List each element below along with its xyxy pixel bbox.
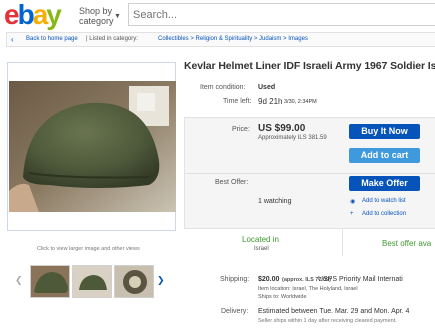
condition-label: Item condition: [200, 84, 246, 91]
logo-letter-b: b [17, 0, 35, 30]
add-to-cart-button[interactable]: Add to cart [349, 148, 420, 163]
back-to-home-link[interactable]: Back to home page [26, 33, 78, 46]
thumbnail-1[interactable] [30, 265, 70, 298]
thumbnail-2[interactable] [72, 265, 112, 298]
delivery-note: Seller ships within 1 day after receivin… [258, 318, 397, 324]
thumbnail-3[interactable] [114, 265, 154, 298]
condition-value: Used [258, 84, 276, 91]
search-field[interactable] [128, 3, 435, 26]
category-path-links[interactable]: Collectibles > Religion & Spirituality >… [158, 33, 308, 46]
thumbnail-next-arrow-icon[interactable]: ❯ [157, 275, 165, 286]
time-left-date: 3/30, 2:34PM [284, 99, 317, 105]
shipping-service: USPS Priority Mail Internati [318, 276, 403, 283]
main-image-frame[interactable] [7, 62, 176, 231]
panel-divider [185, 173, 435, 174]
ships-to: Ships to: Worldwide [258, 294, 307, 300]
search-input[interactable] [129, 4, 435, 25]
add-to-collection-link[interactable]: Add to collection [362, 211, 406, 217]
time-left-label: Time left: [223, 98, 252, 105]
located-in-heading: Located in [242, 235, 279, 244]
location-panel: Located in Israel [184, 228, 342, 256]
thumbnail-image [31, 266, 69, 297]
make-offer-button[interactable]: Make Offer [349, 176, 420, 191]
buy-it-now-button[interactable]: Buy It Now [349, 124, 420, 139]
logo-letter-e: e [4, 0, 20, 30]
logo-letter-a: a [32, 0, 49, 30]
thumbnail-image [73, 266, 111, 297]
ebay-logo[interactable]: ebay [4, 0, 72, 30]
delivery-estimate: Estimated between Tue. Mar. 29 and Mon. … [258, 308, 410, 315]
plus-icon: + [350, 211, 354, 217]
delivery-label: Delivery: [221, 308, 249, 315]
site-header: ebay Shop by category ▼ [0, 0, 435, 30]
thumbnail-prev-arrow-icon[interactable]: ❮ [15, 275, 23, 286]
item-title: Kevlar Helmet Liner IDF Israeli Army 196… [184, 60, 435, 72]
item-location: Item location: Israel, The Holyland, Isr… [258, 286, 358, 292]
watching-count: 1 watching [258, 198, 292, 205]
price-amount: US $99.00 [258, 123, 306, 134]
helmet-image [9, 81, 176, 212]
shipping-label: Shipping: [220, 276, 250, 283]
time-left-value: 9d 21h [258, 97, 283, 106]
best-offer-label: Best Offer: [215, 179, 249, 186]
breadcrumb: ‹ Back to home page | Listed in category… [6, 32, 435, 47]
eye-icon: ◉ [350, 199, 356, 205]
shop-by-category-label: Shop by category [79, 6, 114, 26]
view-larger-hint: Click to view larger image and other vie… [37, 246, 140, 252]
thumbnail-image [115, 266, 153, 297]
price-label: Price: [232, 126, 250, 133]
best-offer-available: Best offer ava [382, 239, 432, 248]
add-to-watch-list-link[interactable]: Add to watch list [362, 198, 406, 204]
located-in-value: Israel [254, 246, 269, 252]
chevron-left-icon: ‹ [11, 35, 14, 44]
helmet-photo[interactable] [9, 81, 176, 212]
shop-by-category-button[interactable]: Shop by category ▼ [79, 6, 123, 26]
listed-in-label: | Listed in category: [86, 36, 138, 42]
best-offer-panel: Best offer ava [342, 228, 435, 256]
price-approx: Approximately ILS 381.59 [258, 135, 327, 141]
logo-letter-y: y [46, 0, 62, 30]
chevron-down-icon: ▼ [114, 13, 121, 20]
shipping-amount: $20.00 [258, 276, 280, 283]
